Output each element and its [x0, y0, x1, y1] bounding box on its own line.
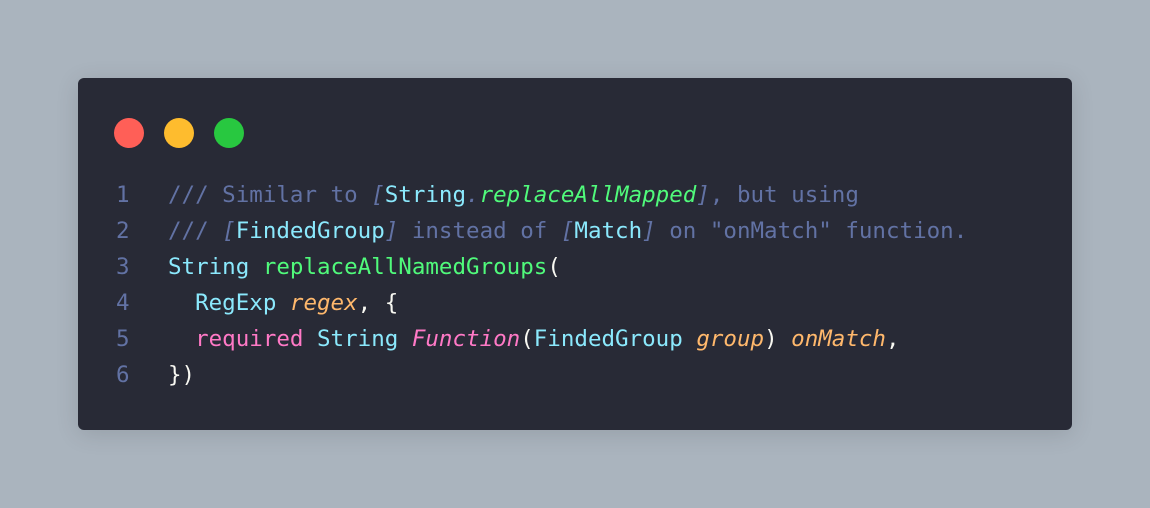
code-token: regex [289, 290, 358, 316]
code-token: Match [574, 218, 643, 244]
line-number: 3 [116, 254, 130, 280]
code-line: 5 required String Function(FindedGroup g… [78, 321, 967, 357]
code-token: /// Similar to [168, 182, 372, 208]
minimize-icon[interactable] [164, 118, 194, 148]
code-token: group [696, 326, 765, 352]
code-token: String [384, 182, 467, 208]
code-token: . [466, 182, 480, 208]
code-line: 3 String replaceAllNamedGroups( [78, 249, 967, 285]
close-icon[interactable] [114, 118, 144, 148]
code-token: String [317, 326, 399, 352]
code-line-content: required String Function(FindedGroup gro… [168, 321, 900, 357]
code-token: ) [764, 326, 792, 352]
code-token: /// [168, 218, 223, 244]
code-token: }) [168, 362, 196, 388]
code-token: replaceAllMapped [479, 182, 697, 208]
code-token: RegExp [195, 290, 277, 316]
code-line: 1 /// Similar to [String.replaceAllMapped… [78, 177, 967, 213]
code-line: 6}) [78, 357, 967, 393]
line-number: 1 [116, 182, 130, 208]
code-token: FindedGroup [235, 218, 385, 244]
code-token: replaceAllNamedGroups [262, 254, 548, 280]
code-token: [ [560, 218, 575, 244]
code-line-content: }) [168, 357, 195, 393]
code-token: [ [222, 218, 236, 244]
code-token: required [195, 326, 304, 352]
code-token: , { [357, 290, 399, 316]
code-token: on "onMatch" function. [655, 218, 968, 244]
code-token: ( [547, 254, 561, 280]
window-controls [114, 118, 244, 148]
line-number: 4 [116, 290, 130, 316]
code-line: 4 RegExp regex, { [78, 285, 967, 321]
code-token: Function [411, 326, 521, 352]
code-token: String [168, 254, 250, 280]
code-token: [ [371, 182, 385, 208]
code-token: ] [696, 182, 710, 208]
code-token: instead of [398, 218, 561, 244]
code-token: FindedGroup [533, 326, 683, 352]
code-line-content: /// Similar to [String.replaceAllMapped]… [168, 177, 859, 213]
code-line-content: String replaceAllNamedGroups( [168, 249, 561, 285]
code-line-content: /// [FindedGroup] instead of [Match] on … [168, 213, 967, 249]
code-window: 1/// Similar to [String.replaceAllMapped… [78, 78, 1072, 430]
line-number: 5 [116, 326, 130, 352]
code-token: , but using [709, 182, 859, 208]
code-token: ( [520, 326, 534, 352]
line-number: 6 [116, 362, 130, 388]
code-block: 1/// Similar to [String.replaceAllMapped… [78, 177, 967, 393]
code-token: , [885, 326, 900, 352]
code-token: ] [384, 218, 399, 244]
maximize-icon[interactable] [214, 118, 244, 148]
code-line-content: RegExp regex, { [168, 285, 398, 321]
code-token: onMatch [791, 326, 886, 352]
line-number: 2 [116, 218, 130, 244]
code-token: ] [642, 218, 656, 244]
code-line: 2/// [FindedGroup] instead of [Match] on… [78, 213, 967, 249]
